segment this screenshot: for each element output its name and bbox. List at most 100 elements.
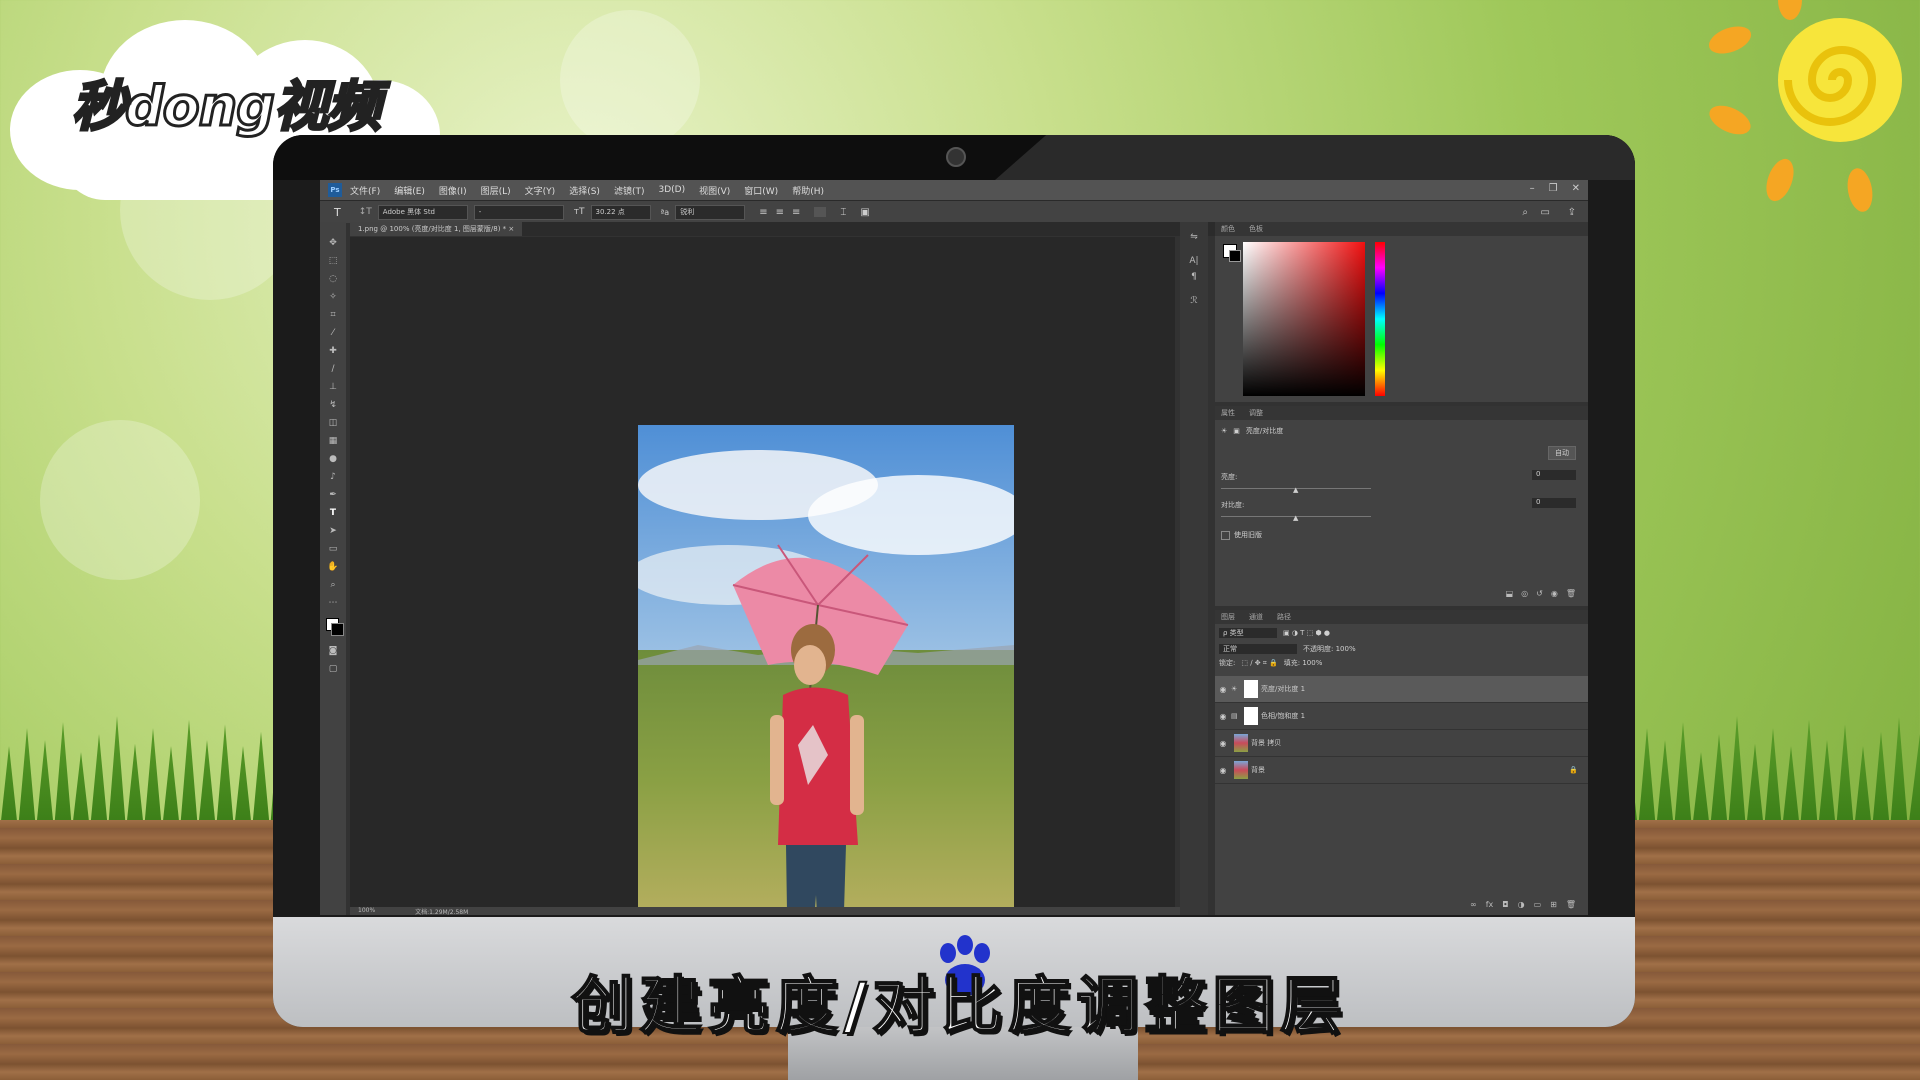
dodge-tool-icon[interactable]: ♪ (320, 468, 346, 486)
blend-mode-select[interactable]: 正常 (1219, 644, 1297, 654)
eye-icon[interactable]: ◉ (1215, 766, 1231, 775)
workspace-icon[interactable]: ▭ (1541, 207, 1550, 218)
brush-tool-icon[interactable]: ∕ (320, 360, 346, 378)
menu-edit[interactable]: 编辑(E) (394, 184, 425, 197)
tab-paths[interactable]: 路径 (1277, 612, 1291, 622)
glyphs-icon[interactable]: ℛ (1180, 296, 1208, 306)
layer-thumb[interactable] (1234, 734, 1248, 752)
tab-swatches[interactable]: 色板 (1249, 224, 1263, 234)
share-icon[interactable]: ⇪ (1568, 207, 1576, 218)
opacity-field[interactable]: 不透明度: 100% (1303, 644, 1356, 654)
lock-icons[interactable]: ⬚ ∕ ✥ ⌗ 🔒 (1241, 659, 1277, 668)
eye-icon[interactable]: ◉ (1215, 739, 1231, 748)
history-brush-icon[interactable]: ↯ (320, 396, 346, 414)
minimize-icon[interactable]: – (1530, 183, 1535, 194)
marquee-tool-icon[interactable]: ⬚ (320, 252, 346, 270)
align-right-icon[interactable]: ≡ (792, 207, 800, 218)
paragraph-icon[interactable]: ¶ (1180, 272, 1208, 282)
stamp-tool-icon[interactable]: ⊥ (320, 378, 346, 396)
font-style-select[interactable]: - (473, 204, 564, 220)
link-layers-icon[interactable]: ∞ (1470, 900, 1477, 909)
color-swatches[interactable] (320, 612, 346, 642)
hue-slider[interactable] (1375, 242, 1385, 396)
hand-tool-icon[interactable]: ✋ (320, 558, 346, 576)
eye-icon[interactable]: ◉ (1215, 685, 1231, 694)
eye-icon[interactable]: ◉ (1215, 712, 1231, 721)
antialias-select[interactable]: 锐利 (675, 204, 746, 220)
healing-brush-icon[interactable]: ✚ (320, 342, 346, 360)
menu-filter[interactable]: 滤镜(T) (614, 184, 645, 197)
delete-icon[interactable]: 🗑 (1566, 589, 1576, 598)
shape-tool-icon[interactable]: ▭ (320, 540, 346, 558)
eraser-tool-icon[interactable]: ◫ (320, 414, 346, 432)
zoom-tool-icon[interactable]: ⌕ (320, 576, 346, 594)
character-icon[interactable]: A| (1180, 256, 1208, 266)
layer-row[interactable]: ◉ ▤ 色相/饱和度 1 (1215, 703, 1588, 730)
contrast-handle[interactable]: ▲ (1293, 514, 1298, 522)
lasso-tool-icon[interactable]: ◌ (320, 270, 346, 288)
tab-layers[interactable]: 图层 (1221, 612, 1235, 622)
mask-icon[interactable]: ▣ (1233, 427, 1240, 435)
menu-view[interactable]: 视图(V) (699, 184, 730, 197)
text-color-swatch[interactable] (814, 207, 827, 217)
close-icon[interactable]: ✕ (1572, 183, 1580, 194)
type-tool-icon[interactable]: T (320, 504, 346, 522)
fx-icon[interactable]: fx (1486, 900, 1494, 909)
new-group-icon[interactable]: ▭ (1534, 900, 1542, 909)
screen-mode-icon[interactable]: ▢ (320, 660, 346, 678)
gradient-tool-icon[interactable]: ▦ (320, 432, 346, 450)
crop-tool-icon[interactable]: ⌗ (320, 306, 346, 324)
layer-mask-thumb[interactable] (1244, 707, 1258, 725)
visibility-icon[interactable]: ◉ (1551, 589, 1558, 598)
legacy-checkbox[interactable] (1221, 530, 1230, 540)
menu-type[interactable]: 文字(Y) (525, 184, 556, 197)
blur-tool-icon[interactable]: ● (320, 450, 346, 468)
magic-wand-icon[interactable]: ✧ (320, 288, 346, 306)
add-mask-icon[interactable]: ◘ (1502, 900, 1508, 909)
fill-field[interactable]: 填充: 100% (1284, 658, 1323, 668)
layer-thumb[interactable] (1234, 761, 1248, 779)
menu-layer[interactable]: 图层(L) (481, 184, 511, 197)
font-family-select[interactable]: Adobe 黑体 Std (377, 204, 468, 220)
orientation-icon[interactable]: ↕T (359, 207, 372, 217)
zoom-level[interactable]: 100% (358, 907, 375, 915)
new-adjustment-icon[interactable]: ◑ (1518, 900, 1525, 909)
type-tool-icon[interactable]: T (334, 206, 341, 219)
document-tab[interactable]: 1.png @ 100% (亮度/对比度 1, 图层蒙版/8) * × (350, 222, 523, 236)
pen-tool-icon[interactable]: ✒ (320, 486, 346, 504)
eyedropper-icon[interactable]: ⁄ (320, 324, 346, 342)
quick-mask-icon[interactable]: ◙ (320, 642, 346, 660)
warp-text-icon[interactable]: ⌶ (840, 207, 846, 218)
menu-file[interactable]: 文件(F) (350, 184, 380, 197)
menu-help[interactable]: 帮助(H) (792, 184, 824, 197)
layer-row[interactable]: ◉ 背景 🔒 (1215, 757, 1588, 784)
more-tools-icon[interactable]: ⋯ (320, 594, 346, 612)
view-previous-icon[interactable]: ◎ (1521, 589, 1528, 598)
clip-icon[interactable]: ⬓ (1506, 589, 1514, 598)
path-select-icon[interactable]: ➤ (320, 522, 346, 540)
character-panel-icon[interactable]: ▣ (860, 207, 869, 218)
align-left-icon[interactable]: ≡ (759, 207, 767, 218)
delete-layer-icon[interactable]: 🗑 (1566, 900, 1576, 909)
menu-3d[interactable]: 3D(D) (658, 185, 685, 195)
history-icon[interactable]: ⇋ (1180, 232, 1208, 242)
menu-select[interactable]: 选择(S) (569, 184, 600, 197)
tab-color[interactable]: 颜色 (1221, 224, 1235, 234)
layer-filter-select[interactable]: ρ 类型 (1219, 628, 1277, 638)
tab-adjustments[interactable]: 调整 (1249, 408, 1263, 418)
tab-channels[interactable]: 通道 (1249, 612, 1263, 622)
new-layer-icon[interactable]: ⊞ (1550, 900, 1557, 909)
reset-icon[interactable]: ↺ (1536, 589, 1543, 598)
brightness-input[interactable]: 0 (1532, 470, 1576, 480)
auto-button[interactable]: 自动 (1548, 446, 1576, 460)
layer-mask-thumb[interactable] (1244, 680, 1258, 698)
search-icon[interactable]: ⌕ (1522, 207, 1528, 218)
move-tool-icon[interactable]: ✥ (320, 234, 346, 252)
color-field[interactable] (1243, 242, 1365, 396)
menu-window[interactable]: 窗口(W) (744, 184, 778, 197)
font-size-select[interactable]: 30.22 点 (590, 204, 651, 220)
contrast-input[interactable]: 0 (1532, 498, 1576, 508)
background-swatch[interactable] (1229, 250, 1241, 262)
filter-icons[interactable]: ▣ ◑ T ⬚ ⬢ ● (1283, 629, 1330, 637)
restore-icon[interactable]: ❐ (1549, 183, 1558, 194)
